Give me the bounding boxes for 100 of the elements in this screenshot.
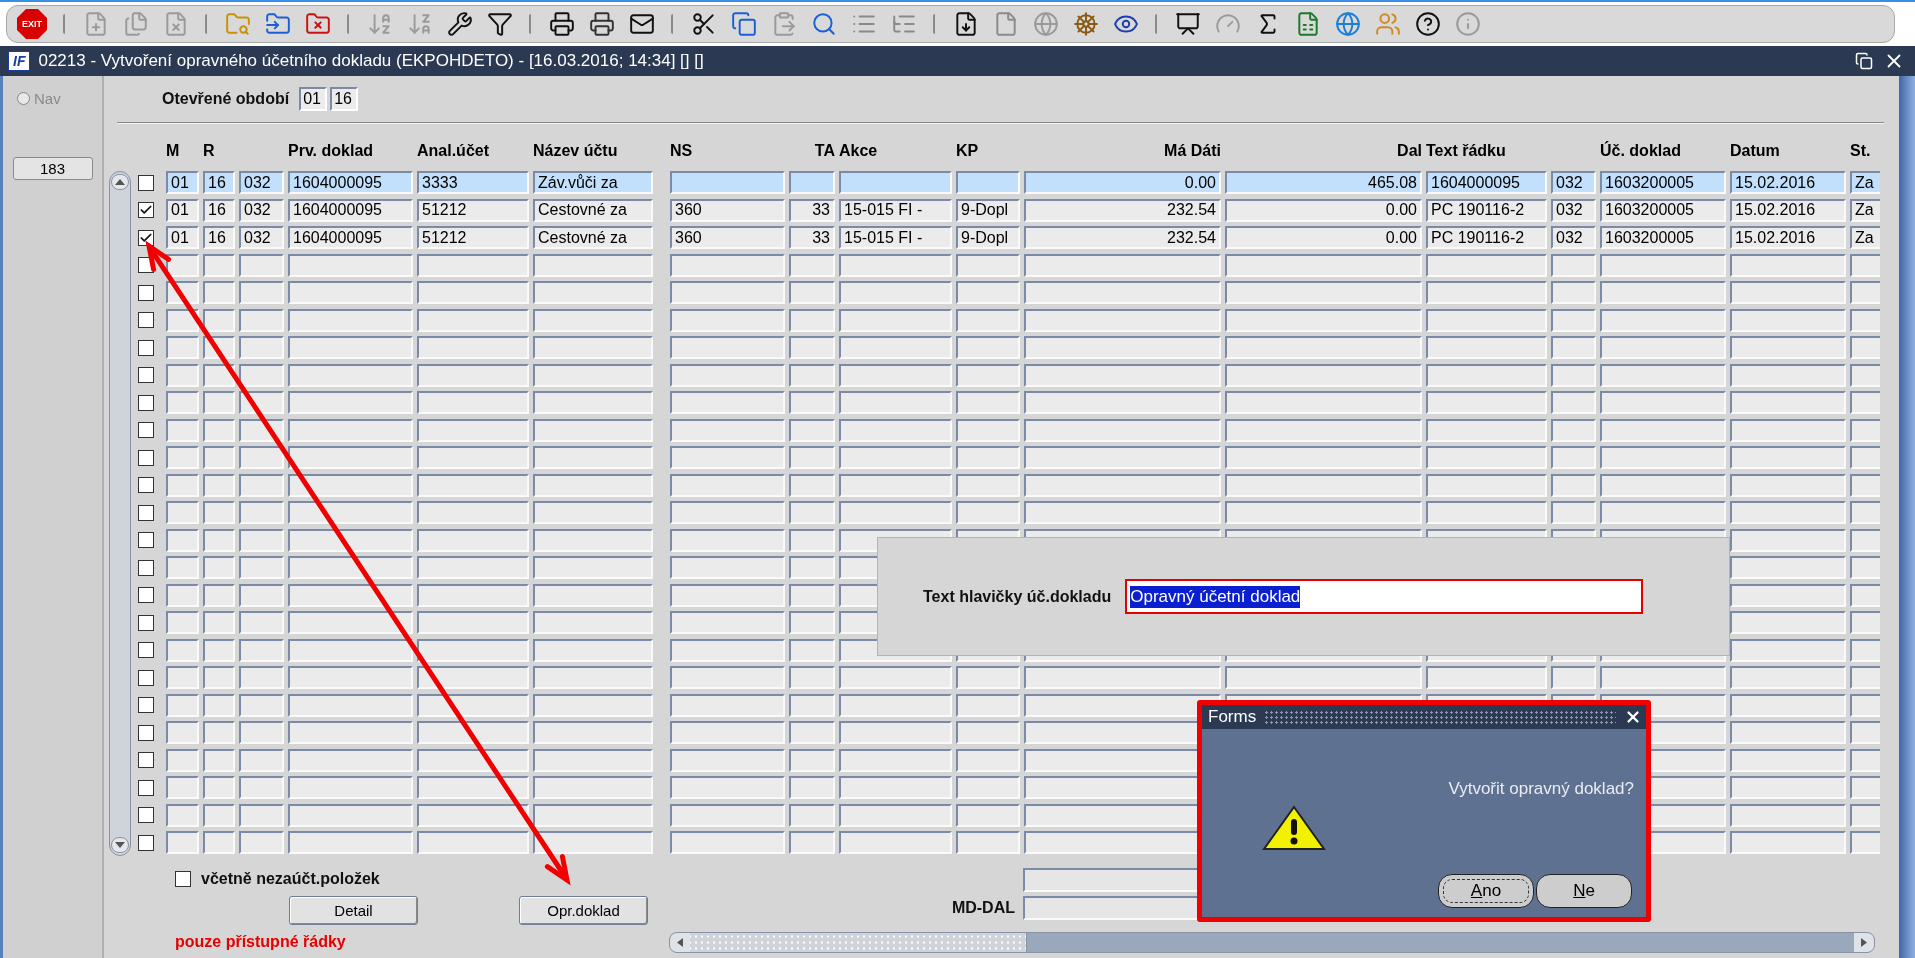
column-header: TA bbox=[813, 141, 835, 160]
printer-icon[interactable] bbox=[589, 11, 615, 37]
table-cell: 360 bbox=[670, 226, 785, 249]
month-field[interactable]: 01 bbox=[299, 87, 328, 111]
row-checkbox[interactable] bbox=[138, 312, 154, 328]
table-cell: 032 bbox=[1551, 171, 1596, 194]
vertical-scrollbar[interactable] bbox=[109, 171, 131, 856]
row-checkbox[interactable] bbox=[138, 807, 154, 823]
dialog-title: Forms bbox=[1208, 707, 1257, 727]
envelope-icon[interactable] bbox=[629, 11, 655, 37]
exit-button[interactable]: EXIT bbox=[17, 9, 47, 39]
row-checkbox[interactable] bbox=[138, 449, 154, 466]
table-cell: Za bbox=[1850, 198, 1880, 222]
horizontal-scrollbar[interactable] bbox=[669, 932, 1875, 953]
record-count-button[interactable]: 183 bbox=[12, 157, 93, 180]
column-header: Datum bbox=[1730, 141, 1781, 160]
table-cell: 51212 bbox=[417, 226, 529, 249]
column-header: St. bbox=[1850, 141, 1872, 160]
row-checkbox[interactable] bbox=[138, 642, 154, 658]
table-cell: 0.00 bbox=[1225, 226, 1422, 249]
window-title: 02213 - Vytvoření opravného účetního dokladu (EKPOHDETO) - [16.03.2016; 14:34] [] [] bbox=[38, 51, 705, 71]
table-cell: 01 bbox=[166, 171, 199, 194]
row-checkbox[interactable] bbox=[138, 174, 154, 191]
column-header: NS bbox=[670, 141, 694, 160]
dialog-button[interactable]: Ano bbox=[1438, 874, 1534, 908]
action-button[interactable]: Detail bbox=[289, 896, 418, 925]
table-cell: 1604000095 bbox=[288, 198, 413, 222]
table-cell: 33 bbox=[789, 226, 835, 249]
row-checkbox[interactable] bbox=[138, 834, 154, 851]
action-button[interactable]: Opr.doklad bbox=[519, 896, 648, 925]
include-unposted-checkbox[interactable] bbox=[175, 871, 191, 887]
spreadsheet-icon[interactable] bbox=[1295, 11, 1321, 37]
header-text-field[interactable]: Opravný účetní doklad bbox=[1125, 579, 1644, 614]
table-cell: 465.08 bbox=[1225, 171, 1422, 194]
ship-wheel-icon[interactable] bbox=[1073, 11, 1099, 37]
search-icon[interactable] bbox=[811, 11, 837, 37]
scroll-thumb[interactable] bbox=[690, 933, 1027, 952]
row-checkbox[interactable] bbox=[138, 202, 154, 218]
scroll-up-button[interactable] bbox=[111, 174, 129, 190]
folder-input-icon[interactable] bbox=[265, 11, 291, 37]
row-checkbox[interactable] bbox=[138, 779, 154, 796]
row-checkbox[interactable] bbox=[138, 697, 154, 713]
table-cell: Cestovné za bbox=[533, 226, 653, 249]
row-checkbox[interactable] bbox=[138, 284, 154, 301]
chart-board-icon[interactable] bbox=[1175, 11, 1201, 37]
scissors-icon[interactable] bbox=[691, 11, 717, 37]
table-cell: 032 bbox=[239, 198, 284, 222]
table-cell: 9-Dopl bbox=[956, 198, 1020, 222]
dialog-button[interactable]: Ne bbox=[1536, 874, 1632, 908]
column-header: Název účtu bbox=[533, 141, 619, 160]
printer-icon[interactable] bbox=[549, 11, 575, 37]
table-cell: PC 190116-2 bbox=[1426, 198, 1547, 222]
row-checkbox[interactable] bbox=[138, 614, 154, 631]
row-checkbox[interactable] bbox=[138, 587, 154, 603]
table-cell: PC 190116-2 bbox=[1426, 226, 1547, 249]
warning-icon bbox=[1262, 805, 1326, 851]
row-checkbox[interactable] bbox=[138, 339, 154, 356]
column-header: Má Dáti bbox=[1163, 141, 1221, 160]
year-field[interactable]: 16 bbox=[330, 87, 359, 111]
row-checkbox[interactable] bbox=[138, 422, 154, 438]
file-download-icon[interactable] bbox=[953, 11, 979, 37]
help-icon[interactable] bbox=[1415, 11, 1441, 37]
table-cell: 232.54 bbox=[1024, 198, 1221, 222]
column-header: KP bbox=[956, 141, 980, 160]
globe-icon[interactable] bbox=[1335, 11, 1361, 37]
table-cell: 16 bbox=[203, 226, 235, 249]
table-cell: 1604000095 bbox=[288, 171, 413, 194]
row-checkbox[interactable] bbox=[138, 532, 154, 548]
scroll-right-icon[interactable] bbox=[1854, 933, 1874, 952]
table-cell: 1604000095 bbox=[1426, 171, 1547, 194]
table-cell: 1604000095 bbox=[288, 226, 413, 249]
column-header: Dal bbox=[1396, 141, 1422, 160]
close-icon[interactable] bbox=[1624, 708, 1642, 726]
table-cell: 15-015 FI - bbox=[839, 198, 952, 222]
row-checkbox[interactable] bbox=[138, 477, 154, 493]
table-cell: 15.02.2016 bbox=[1730, 171, 1846, 194]
row-checkbox[interactable] bbox=[138, 752, 154, 768]
row-checkbox[interactable] bbox=[138, 724, 154, 741]
row-checkbox[interactable] bbox=[138, 229, 154, 246]
restore-icon[interactable] bbox=[1855, 52, 1873, 70]
row-checkbox[interactable] bbox=[138, 559, 154, 576]
folder-x-icon[interactable] bbox=[305, 11, 331, 37]
wrench-icon[interactable] bbox=[447, 11, 473, 37]
row-checkbox[interactable] bbox=[138, 394, 154, 411]
table-cell: 232.54 bbox=[1024, 226, 1221, 249]
row-checkbox[interactable] bbox=[138, 669, 154, 686]
filter-icon[interactable] bbox=[487, 11, 513, 37]
scroll-down-button[interactable] bbox=[111, 837, 129, 853]
app-logo: IF bbox=[8, 51, 31, 71]
copy-icon[interactable] bbox=[731, 11, 757, 37]
down-triangle-icon bbox=[115, 842, 125, 848]
row-checkbox[interactable] bbox=[138, 504, 154, 521]
note-text: pouze přístupné řádky bbox=[175, 933, 347, 951]
scroll-left-icon[interactable] bbox=[670, 933, 690, 952]
table-cell: 51212 bbox=[417, 198, 529, 222]
row-checkbox[interactable] bbox=[138, 367, 154, 383]
table-cell: 0.00 bbox=[1024, 171, 1221, 194]
table-cell: Za bbox=[1850, 226, 1880, 249]
table-cell: 15.02.2016 bbox=[1730, 226, 1846, 249]
table-cell: 0.00 bbox=[1225, 198, 1422, 222]
